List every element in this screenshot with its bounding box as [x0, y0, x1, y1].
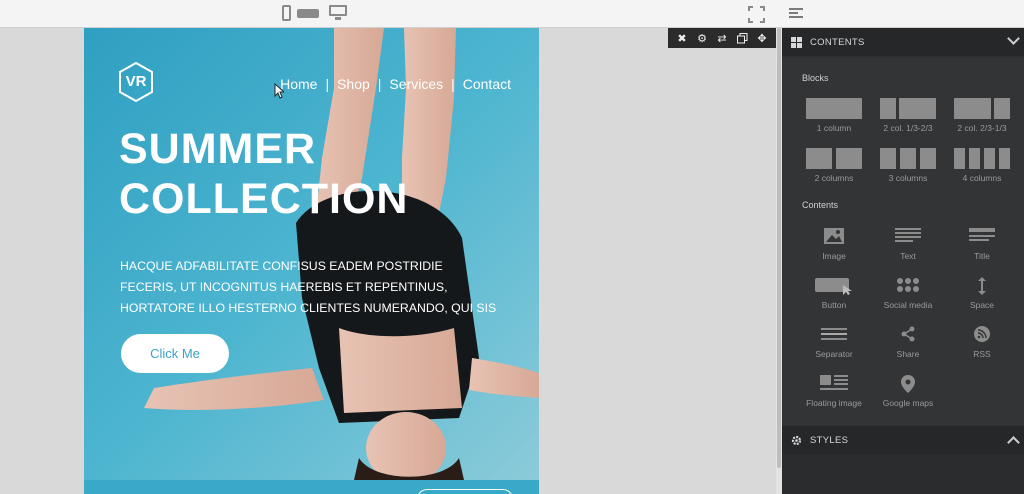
logo-text: VR [125, 73, 147, 90]
blocks-heading: Blocks [802, 73, 829, 83]
top-toolbar [0, 0, 782, 28]
gear-icon[interactable]: ⚙ [695, 31, 709, 45]
content-label: Share [896, 349, 920, 359]
hero-nav: Home | Shop | Services | Contact [280, 76, 511, 92]
block-label: 4 columns [962, 173, 1002, 183]
chevron-up-icon [1007, 436, 1020, 449]
nav-separator: | [377, 76, 382, 92]
styles-section-header[interactable]: STYLES [782, 426, 1024, 454]
block-label: 2 columns [814, 173, 854, 183]
button-icon [815, 278, 852, 295]
body-line: HORTATORE ILLO HESTERNO CLIENTES NUMERAN… [120, 301, 497, 315]
content-label: Separator [815, 349, 853, 359]
block-2-columns[interactable]: 2 columns [796, 148, 872, 193]
block-label: 2 col. 1/3-2/3 [883, 123, 933, 133]
next-block-button[interactable] [417, 489, 513, 494]
close-icon[interactable]: ✖ [675, 31, 689, 45]
styles-title: STYLES [810, 435, 849, 446]
map-pin-icon [901, 375, 915, 393]
content-label: Button [821, 300, 847, 310]
content-label: Image [822, 251, 846, 261]
contents-panel-body: Blocks 1 column 2 col. 1/3-2/3 2 col. 2/… [782, 58, 1024, 425]
tablet-icon[interactable] [297, 9, 319, 18]
space-icon [978, 277, 986, 295]
content-image[interactable]: Image [796, 228, 872, 273]
grid-icon [791, 37, 802, 48]
headline-line: COLLECTION [119, 175, 409, 223]
block-1-column[interactable]: 1 column [796, 98, 872, 143]
rss-icon [974, 326, 990, 342]
content-label: Floating image [806, 398, 862, 408]
panel-topbar [782, 0, 1024, 28]
contents-title: CONTENTS [810, 37, 865, 48]
contents-section-header[interactable]: CONTENTS [782, 28, 1024, 56]
separator-icon [821, 328, 847, 340]
panel-toggle-icon[interactable] [789, 8, 803, 19]
hero-block[interactable]: VR Home | Shop | Services | Contact SUMM… [84, 28, 539, 480]
content-rss[interactable]: RSS [944, 326, 1020, 371]
editor-panel: CONTENTS Blocks 1 column 2 col. 1/3-2/3 … [782, 0, 1024, 494]
block-4-columns[interactable]: 4 columns [944, 148, 1020, 193]
content-label: Text [900, 251, 916, 261]
block-label: 2 col. 2/3-1/3 [957, 123, 1007, 133]
nav-home[interactable]: Home [280, 76, 317, 92]
contents-heading: Contents [802, 200, 839, 210]
nav-contact[interactable]: Contact [463, 76, 511, 92]
text-icon [895, 228, 921, 242]
click-me-button[interactable]: Click Me [121, 334, 229, 373]
styles-panel-body [782, 454, 1024, 494]
share-icon [901, 326, 915, 342]
content-title[interactable]: Title [944, 228, 1020, 273]
block-3-columns[interactable]: 3 columns [870, 148, 946, 193]
nav-shop[interactable]: Shop [337, 76, 370, 92]
content-label: RSS [973, 349, 991, 359]
desktop-icon[interactable] [329, 5, 347, 20]
gear-icon [791, 435, 802, 446]
content-label: Google maps [882, 398, 934, 408]
block-label: 1 column [816, 123, 852, 133]
content-text[interactable]: Text [870, 228, 946, 273]
block-2-col-23-13[interactable]: 2 col. 2/3-1/3 [944, 98, 1020, 143]
nav-separator: | [451, 76, 455, 92]
content-label: Space [969, 300, 995, 310]
floating-image-icon [820, 375, 848, 390]
content-google-maps[interactable]: Google maps [870, 375, 946, 420]
image-icon [824, 228, 844, 244]
body-line: FECERIS, UT INCOGNITUS HAEREBIS ET REPEN… [120, 280, 448, 294]
content-separator[interactable]: Separator [796, 326, 872, 371]
mouse-cursor-icon [274, 83, 284, 99]
block-label: 3 columns [888, 173, 928, 183]
content-space[interactable]: Space [944, 277, 1020, 322]
content-button[interactable]: Button [796, 277, 872, 322]
block-toolbar: ✖ ⚙ ⇄ ✥ [668, 28, 776, 48]
move-icon[interactable]: ✥ [755, 31, 769, 45]
headline-line: SUMMER [119, 125, 317, 173]
duplicate-icon[interactable] [735, 31, 749, 45]
block-2-col-13-23[interactable]: 2 col. 1/3-2/3 [870, 98, 946, 143]
title-icon [969, 228, 995, 241]
content-social-media[interactable]: Social media [870, 277, 946, 322]
chevron-down-icon [1007, 32, 1020, 45]
body-line: HACQUE ADFABILITATE CONFISUS EADEM POSTR… [120, 259, 443, 273]
nav-services[interactable]: Services [389, 76, 443, 92]
fullscreen-icon[interactable] [748, 6, 765, 23]
brand-logo[interactable]: VR [118, 61, 154, 103]
hero-headline[interactable]: SUMMER COLLECTION [119, 124, 408, 224]
content-floating-image[interactable]: Floating image [796, 375, 872, 420]
hero-body-text[interactable]: HACQUE ADFABILITATE CONFISUS EADEM POSTR… [120, 256, 520, 319]
social-media-icon [897, 278, 919, 292]
content-label: Title [974, 251, 990, 261]
nav-separator: | [325, 76, 330, 92]
content-share[interactable]: Share [870, 326, 946, 371]
content-label: Social media [883, 300, 933, 310]
phone-icon[interactable] [282, 5, 291, 21]
swap-icon[interactable]: ⇄ [715, 31, 729, 45]
